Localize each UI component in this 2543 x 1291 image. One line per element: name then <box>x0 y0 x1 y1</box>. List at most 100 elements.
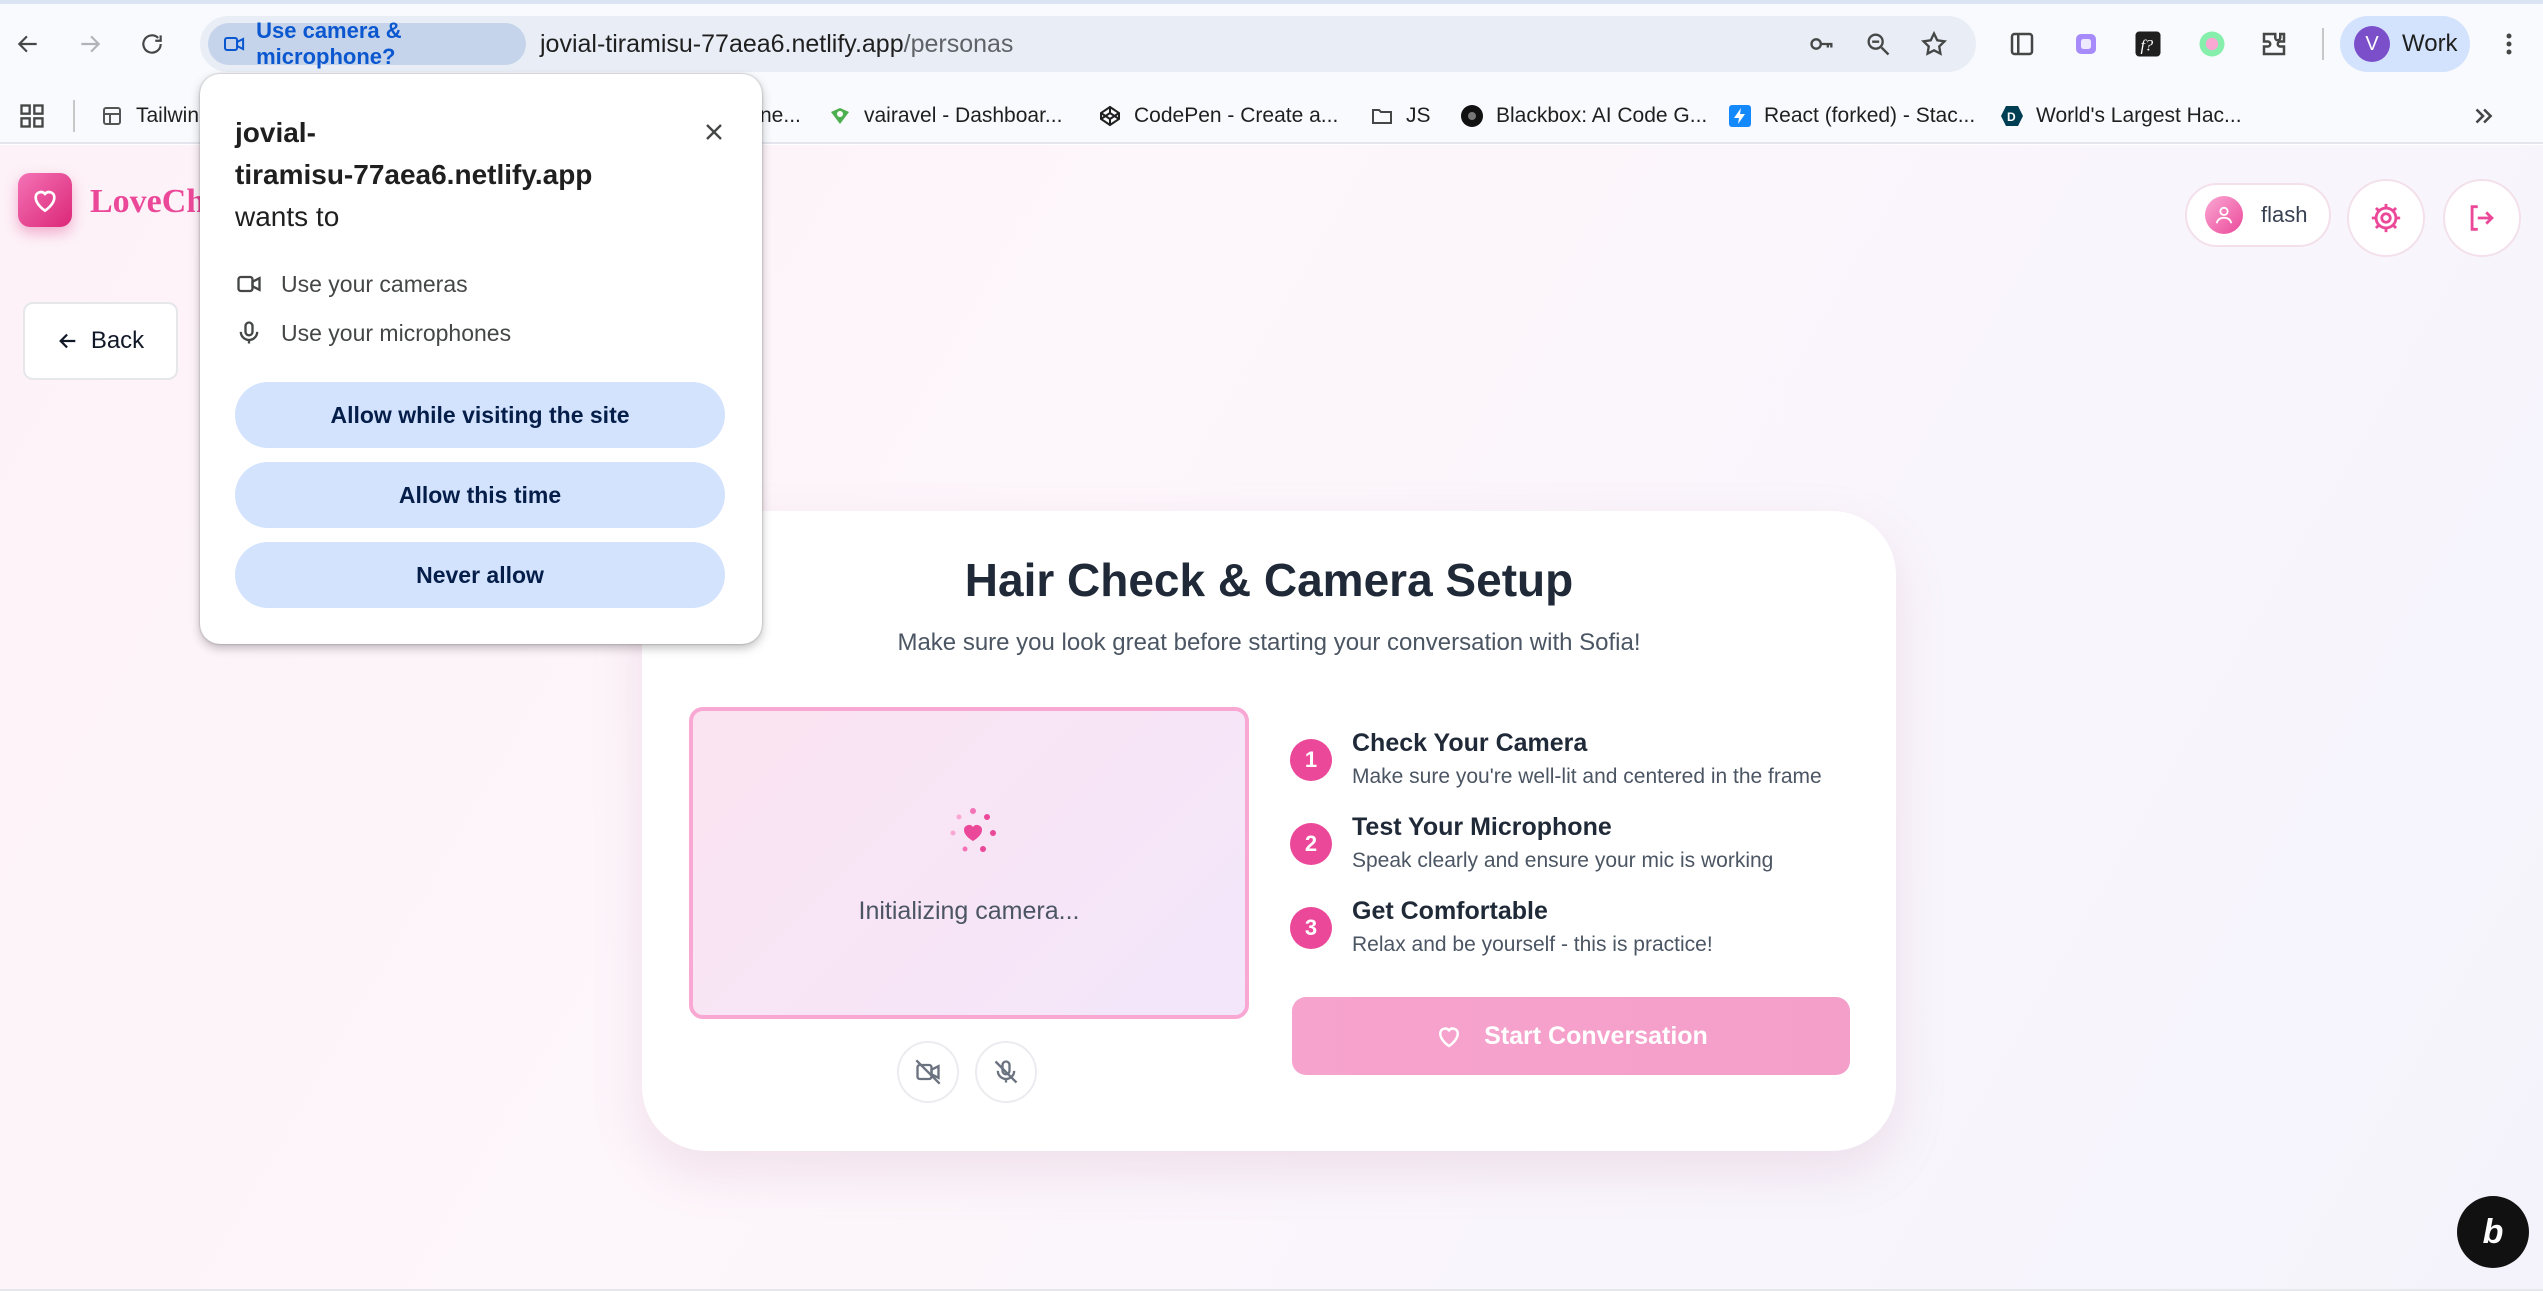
svg-text:f?: f? <box>2141 36 2154 54</box>
allow-while-visiting-button[interactable]: Allow while visiting the site <box>235 382 725 448</box>
start-conversation-label: Start Conversation <box>1484 1021 1708 1050</box>
url-text[interactable]: jovial-tiramisu-77aea6.netlify.app/perso… <box>540 30 1013 59</box>
back-nav-icon[interactable] <box>6 22 50 66</box>
bolt-badge-icon[interactable]: b <box>2457 1196 2529 1268</box>
camera-icon <box>224 36 245 52</box>
extension-purple-icon[interactable] <box>2066 24 2106 64</box>
popup-title-suffix: wants to <box>235 201 340 232</box>
step-description: Relax and be yourself - this is practice… <box>1352 933 1713 956</box>
mic-off-icon <box>994 1060 1018 1084</box>
user-name: flash <box>2261 202 2308 227</box>
logout-icon <box>2470 205 2494 231</box>
start-conversation-button[interactable]: Start Conversation <box>1292 997 1850 1075</box>
reading-mode-icon[interactable] <box>2002 24 2042 64</box>
toggle-mic-button[interactable] <box>975 1041 1037 1103</box>
bookmark-star-icon[interactable] <box>1918 28 1950 60</box>
bookmark-label: Tailwin <box>136 104 200 127</box>
whatfont-extension-icon[interactable]: f? <box>2128 24 2168 64</box>
popup-host-line2: tiramisu-77aea6.netlify.app <box>235 159 593 190</box>
browser-menu-icon[interactable] <box>2494 24 2524 64</box>
camera-preview: Initializing camera... <box>689 707 1249 1019</box>
bookmark-devpost[interactable]: D World's Largest Hac... <box>2000 100 2242 132</box>
codepen-icon <box>1100 105 1120 127</box>
stackblitz-icon <box>1729 105 1751 127</box>
tabstrip-edge <box>0 0 2543 4</box>
svg-text:D: D <box>2007 110 2016 124</box>
bookmark-partial[interactable]: ne... <box>760 100 801 132</box>
extension-green-icon[interactable] <box>2192 24 2232 64</box>
bookmarks-divider <box>73 100 75 132</box>
logo-heart-icon[interactable] <box>18 173 72 227</box>
url-path: /personas <box>903 30 1014 58</box>
permission-mic-row: Use your microphones <box>235 316 511 350</box>
step-item: 3 Get Comfortable Relax and be yourself … <box>1290 897 1850 967</box>
zoom-icon[interactable] <box>1862 28 1894 60</box>
card-title: Hair Check & Camera Setup <box>964 554 1574 606</box>
step-number: 1 <box>1290 739 1332 781</box>
devpost-icon: D <box>2001 106 2023 126</box>
bookmarks-overflow-icon[interactable] <box>2470 100 2496 132</box>
popup-title: jovial- tiramisu-77aea6.netlify.app want… <box>235 112 655 238</box>
never-allow-button[interactable]: Never allow <box>235 542 725 608</box>
allow-this-time-button[interactable]: Allow this time <box>235 462 725 528</box>
forward-nav-icon[interactable] <box>68 22 112 66</box>
reload-icon[interactable] <box>130 22 174 66</box>
user-icon <box>2205 196 2243 234</box>
folder-icon <box>1372 109 1392 124</box>
bookmark-label: World's Largest Hac... <box>2036 104 2242 127</box>
bookmark-label: Blackbox: AI Code G... <box>1496 104 1708 127</box>
profile-button[interactable]: V Work <box>2340 16 2470 72</box>
permission-chip[interactable]: Use camera & microphone? <box>208 18 526 69</box>
toggle-camera-button[interactable] <box>897 1041 959 1103</box>
bookmark-label: ne... <box>760 104 801 127</box>
user-profile-pill[interactable]: flash <box>2185 183 2331 247</box>
permission-popup: jovial- tiramisu-77aea6.netlify.app want… <box>200 74 762 644</box>
close-icon[interactable] <box>696 114 732 150</box>
password-key-icon[interactable] <box>1806 28 1838 60</box>
codeium-icon <box>831 108 849 124</box>
camera-off-icon <box>915 1059 941 1085</box>
logo-text[interactable]: LoveCh <box>90 183 205 221</box>
bookmark-blackbox[interactable]: Blackbox: AI Code G... <box>1460 100 1707 132</box>
apps-grid-icon[interactable] <box>18 100 46 132</box>
bookmark-label: React (forked) - Stac... <box>1764 104 1976 127</box>
camera-status-text: Initializing camera... <box>858 897 1080 925</box>
settings-button[interactable] <box>2347 179 2425 257</box>
back-button-label: Back <box>90 327 145 354</box>
bookmark-vairavel[interactable]: vairavel - Dashboar... <box>828 100 1062 132</box>
permission-camera-row: Use your cameras <box>235 267 468 301</box>
bookmark-stackblitz[interactable]: React (forked) - Stac... <box>1728 100 1975 132</box>
step-item: 1 Check Your Camera Make sure you're wel… <box>1290 729 1850 799</box>
bookmark-label: CodePen - Create a... <box>1134 104 1339 127</box>
step-title: Test Your Microphone <box>1352 813 1612 841</box>
bookmark-tailwind[interactable]: Tailwin <box>100 100 199 132</box>
gear-icon <box>2371 203 2401 233</box>
toolbar-divider <box>2322 28 2324 60</box>
url-host: jovial-tiramisu-77aea6.netlify.app <box>540 30 904 58</box>
card-subtitle: Make sure you look great before starting… <box>897 629 1641 656</box>
permission-mic-label: Use your microphones <box>281 319 512 346</box>
permission-chip-label: Use camera & microphone? <box>256 18 402 69</box>
step-description: Speak clearly and ensure your mic is wor… <box>1352 849 1774 872</box>
logout-button[interactable] <box>2443 179 2521 257</box>
bookmark-label: JS <box>1406 104 1431 127</box>
step-title: Check Your Camera <box>1352 729 1588 757</box>
blackbox-icon <box>1461 105 1483 127</box>
permission-camera-label: Use your cameras <box>281 270 468 297</box>
extensions-puzzle-icon[interactable] <box>2254 24 2294 64</box>
tailwind-icon <box>103 107 121 125</box>
step-item: 2 Test Your Microphone Speak clearly and… <box>1290 813 1850 883</box>
bookmark-codepen[interactable]: CodePen - Create a... <box>1098 100 1338 132</box>
step-description: Make sure you're well-lit and centered i… <box>1352 765 1822 788</box>
step-number: 3 <box>1290 907 1332 949</box>
address-bar[interactable]: Use camera & microphone? jovial-tiramisu… <box>200 16 1976 72</box>
arrow-left-icon <box>58 333 76 349</box>
profile-avatar: V <box>2354 26 2390 62</box>
back-button[interactable]: Back <box>23 302 178 380</box>
microphone-icon <box>239 321 259 344</box>
popup-host-line1: jovial- <box>235 117 316 148</box>
heart-icon <box>1439 1027 1460 1048</box>
bookmark-label: vairavel - Dashboar... <box>864 104 1063 127</box>
step-title: Get Comfortable <box>1352 897 1548 925</box>
bookmark-folder-js[interactable]: JS <box>1370 100 1431 132</box>
